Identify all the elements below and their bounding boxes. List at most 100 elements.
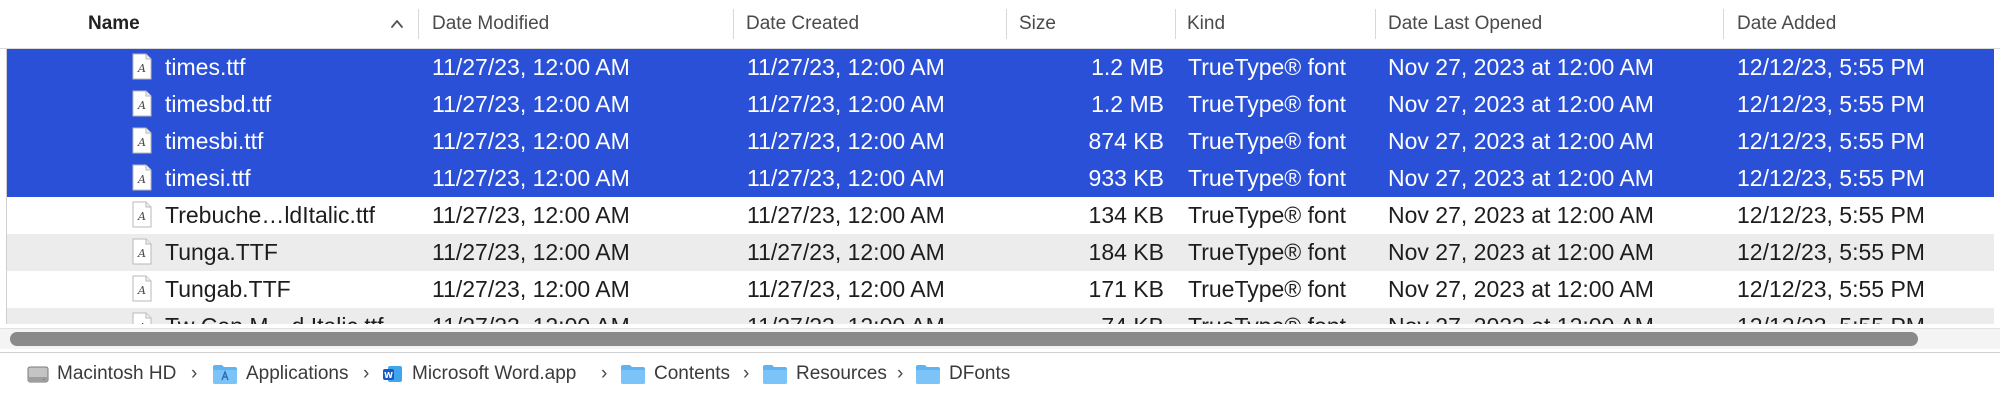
chevron-right-icon: › (897, 362, 904, 384)
file-name: Tungab.TTF (165, 276, 291, 302)
date-last-opened: Nov 27, 2023 at 12:00 AM (1388, 165, 1654, 191)
path-item-microsoft-word-app[interactable]: W Microsoft Word.app (382, 352, 576, 395)
word-app-icon: W (383, 365, 402, 382)
svg-text:A: A (137, 173, 146, 186)
file-name: Tunga.TTF (165, 239, 278, 265)
svg-text:A: A (137, 210, 146, 223)
date-modified: 11/27/23, 12:00 AM (432, 91, 630, 117)
date-last-opened: Nov 27, 2023 at 12:00 AM (1388, 239, 1654, 265)
date-added: 12/12/23, 5:55 PM (1737, 239, 1925, 265)
file-size: 933 KB (1088, 165, 1164, 191)
file-size: 1.2 MB (1091, 54, 1164, 80)
svg-text:A: A (137, 62, 146, 75)
path-item-applications[interactable]: Applications (212, 352, 348, 395)
column-header-kind[interactable]: Kind (1173, 0, 1376, 48)
date-created: 11/27/23, 12:00 AM (747, 202, 945, 228)
chevron-right-icon: › (743, 362, 750, 384)
folder-icon (916, 364, 940, 384)
font-file-icon: A (132, 164, 152, 191)
column-header-size-label: Size (1019, 13, 1056, 34)
file-name: Tw Cen M…d Italic.ttf (165, 308, 415, 324)
file-row[interactable]: A Trebuche…ldItalic.ttf 11/27/23, 12:00 … (0, 197, 1994, 234)
svg-text:A: A (137, 247, 146, 260)
column-header-date-last-opened-label: Date Last Opened (1388, 13, 1543, 34)
font-file-icon: A (132, 90, 152, 117)
path-item-contents[interactable]: Contents (620, 352, 730, 395)
path-item-macintosh-hd[interactable]: Macintosh HD (27, 352, 176, 395)
file-size: 1.2 MB (1091, 91, 1164, 117)
date-added: 12/12/23, 5:55 PM (1737, 54, 1925, 80)
file-kind: TrueType® font (1188, 128, 1347, 154)
path-item-dfonts[interactable]: DFonts (915, 352, 1010, 395)
horizontal-scrollbar-thumb[interactable] (10, 332, 1918, 346)
folder-icon (763, 364, 787, 384)
svg-text:A: A (137, 321, 146, 324)
column-header-date-modified[interactable]: Date Modified (418, 0, 734, 48)
svg-text:A: A (137, 284, 146, 297)
column-header-kind-label: Kind (1187, 13, 1226, 34)
column-header-date-created-label: Date Created (746, 13, 860, 34)
date-created: 11/27/23, 12:00 AM (747, 165, 945, 191)
date-added: 12/12/23, 5:55 PM (1737, 91, 1925, 117)
column-header-name-label: Name (88, 13, 140, 34)
date-added: 12/12/23, 5:55 PM (1737, 276, 1925, 302)
chevron-right-icon: › (191, 362, 198, 384)
file-size: 184 KB (1088, 239, 1164, 265)
file-size: 874 KB (1088, 128, 1164, 154)
applications-folder-icon (213, 364, 237, 384)
date-modified: 11/27/23, 12:00 AM (432, 128, 630, 154)
file-name: timesi.ttf (165, 165, 251, 191)
date-created: 11/27/23, 12:00 AM (747, 54, 945, 80)
path-item-label: Resources (796, 362, 887, 384)
file-row[interactable]: A timesi.ttf 11/27/23, 12:00 AM 11/27/23… (0, 160, 1994, 197)
date-created: 11/27/23, 12:00 AM (747, 239, 945, 265)
sort-ascending-icon[interactable] (388, 15, 406, 33)
date-created: 11/27/23, 12:00 AM (747, 128, 945, 154)
date-modified: 11/27/23, 12:00 AM (432, 202, 630, 228)
date-last-opened: Nov 27, 2023 at 12:00 AM (1388, 308, 1718, 324)
date-last-opened: Nov 27, 2023 at 12:00 AM (1388, 128, 1654, 154)
file-row[interactable]: A timesbd.ttf 11/27/23, 12:00 AM 11/27/2… (0, 86, 1994, 123)
file-size: 134 KB (1088, 202, 1164, 228)
date-last-opened: Nov 27, 2023 at 12:00 AM (1388, 54, 1654, 80)
date-modified: 11/27/23, 12:00 AM (432, 54, 630, 80)
file-kind: TrueType® font (1188, 308, 1373, 324)
date-added: 12/12/23, 5:55 PM (1737, 165, 1925, 191)
font-file-icon: A (132, 53, 152, 80)
column-header-name[interactable]: Name (88, 0, 418, 48)
column-header-size[interactable]: Size (1005, 0, 1176, 48)
path-item-label: DFonts (949, 362, 1011, 384)
column-header-date-last-opened[interactable]: Date Last Opened (1374, 0, 1724, 48)
svg-text:A: A (137, 136, 146, 149)
date-added: 12/12/23, 5:55 PM (1737, 128, 1925, 154)
file-size: 171 KB (1088, 276, 1164, 302)
date-created: 11/27/23, 12:00 AM (747, 308, 997, 324)
file-name: timesbi.ttf (165, 128, 264, 154)
date-last-opened: Nov 27, 2023 at 12:00 AM (1388, 202, 1654, 228)
path-item-label: Applications (246, 362, 349, 384)
file-row[interactable]: A times.ttf 11/27/23, 12:00 AM 11/27/23,… (0, 49, 1994, 86)
date-created: 11/27/23, 12:00 AM (747, 91, 945, 117)
file-row[interactable]: A Tw Cen M…d Italic.ttf 11/27/23, 12:00 … (0, 308, 1994, 324)
file-kind: TrueType® font (1188, 54, 1347, 80)
hard-drive-icon (27, 366, 49, 382)
date-modified: 11/27/23, 12:00 AM (432, 239, 630, 265)
file-row[interactable]: A Tungab.TTF 11/27/23, 12:00 AM 11/27/23… (0, 271, 1994, 308)
column-header-date-added[interactable]: Date Added (1723, 0, 2000, 48)
file-size: 74 KB (1005, 308, 1164, 324)
font-file-icon: A (132, 312, 152, 324)
column-header-date-added-label: Date Added (1737, 13, 1837, 34)
file-row[interactable]: A timesbi.ttf 11/27/23, 12:00 AM 11/27/2… (0, 123, 1994, 160)
file-row[interactable]: A Tunga.TTF 11/27/23, 12:00 AM 11/27/23,… (0, 234, 1994, 271)
date-modified: 11/27/23, 12:00 AM (432, 165, 630, 191)
date-created: 11/27/23, 12:00 AM (747, 276, 945, 302)
list-left-edge (0, 49, 7, 324)
path-item-resources[interactable]: Resources (762, 352, 887, 395)
font-file-icon: A (132, 201, 152, 228)
column-header-date-created[interactable]: Date Created (732, 0, 1006, 48)
path-item-label: Contents (654, 362, 731, 384)
column-header-bar: Name Date Modified Date Created Size Kin… (0, 0, 2000, 49)
date-last-opened: Nov 27, 2023 at 12:00 AM (1388, 276, 1654, 302)
svg-text:W: W (384, 371, 393, 380)
date-modified: 11/27/23, 12:00 AM (432, 276, 630, 302)
